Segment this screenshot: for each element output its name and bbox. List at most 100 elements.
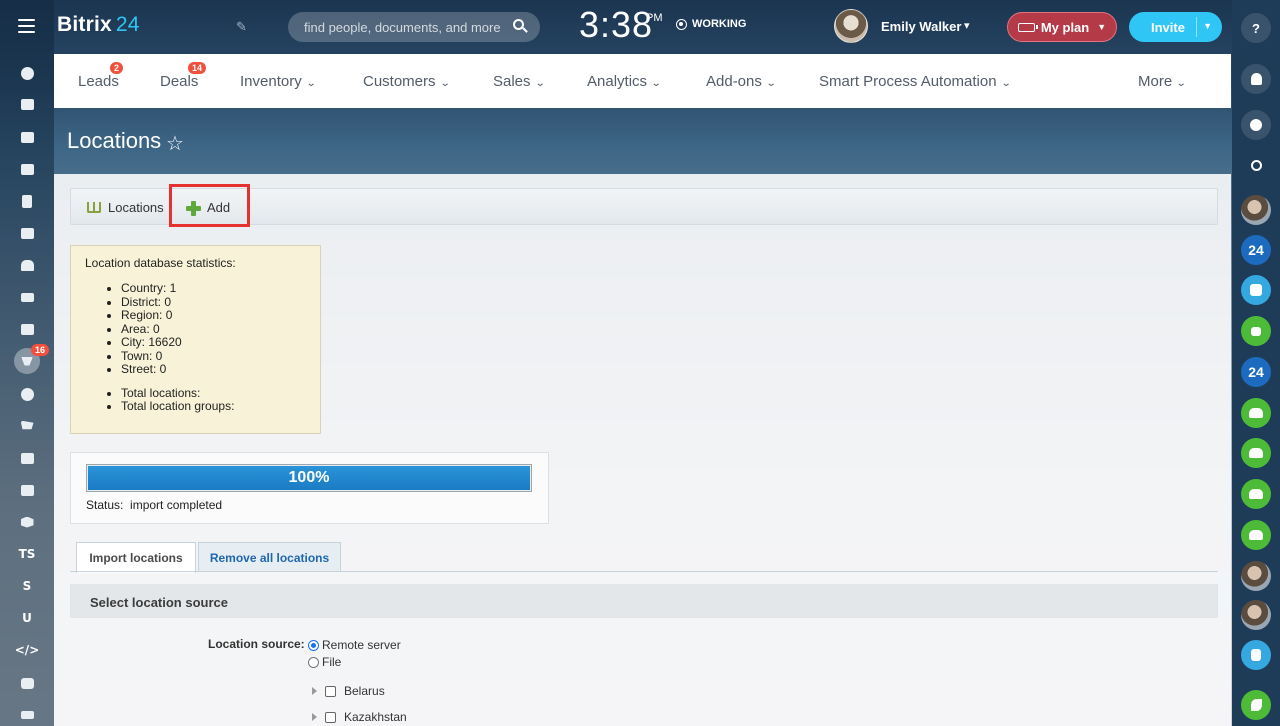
menu-item-leads[interactable]: Leads 2 — [78, 62, 124, 90]
menu-item-customers[interactable]: Customers ⌄ — [363, 73, 450, 90]
left-nav-s-item[interactable]: S — [14, 573, 40, 599]
country-checkbox[interactable] — [325, 685, 336, 697]
tab-import-locations[interactable]: Import locations — [76, 542, 196, 573]
clock-ampm: PM — [646, 12, 663, 24]
stats-item: City: 16620 — [121, 335, 306, 350]
contact-avatar-icon[interactable] — [1241, 561, 1271, 591]
import-progress-box: 100% Status: import completed — [70, 452, 549, 524]
left-nav-robot-icon[interactable] — [14, 670, 40, 696]
radio-remote-server[interactable]: Remote server — [308, 638, 401, 652]
left-nav-developer-icon[interactable]: </> — [14, 637, 40, 663]
clock-time[interactable]: 3:38 — [579, 4, 653, 46]
stats-item: District: 0 — [121, 295, 306, 310]
radio-file[interactable]: File — [308, 655, 341, 669]
chevron-down-icon: ⌄ — [1175, 78, 1187, 89]
progress-percent: 100% — [288, 469, 330, 486]
menu-item-smart-process-automation[interactable]: Smart Process Automation ⌄ — [819, 73, 1012, 90]
page-title: Locations — [67, 128, 162, 153]
right-sidebar: ? 24 24 — [1232, 0, 1280, 726]
left-nav-drive-icon[interactable] — [14, 220, 40, 246]
left-nav-crm-icon[interactable]: 16 — [14, 344, 50, 374]
work-status-button[interactable]: WORKING — [676, 18, 746, 30]
bitrix24-support-icon[interactable]: 24 — [1241, 357, 1271, 387]
right-search-icon[interactable] — [1241, 150, 1271, 180]
stats-total-item: Total location groups: — [121, 399, 306, 414]
import-status: Status: import completed — [86, 498, 223, 512]
stats-item: Country: 1 — [121, 281, 306, 296]
left-nav-feed-icon[interactable] — [14, 60, 40, 86]
user-avatar[interactable] — [834, 9, 868, 43]
tab-remove-all-locations[interactable]: Remove all locations — [198, 542, 341, 572]
user-menu-caret-icon[interactable]: ▾ — [964, 19, 970, 32]
contact-avatar-icon[interactable] — [1241, 600, 1271, 630]
menu-item-deals[interactable]: Deals 14 — [160, 62, 207, 90]
radio-button[interactable] — [308, 639, 319, 651]
open-channel-icon[interactable] — [1241, 640, 1271, 670]
stats-totals-list: Total locations: Total location groups: — [121, 386, 306, 414]
chat-avatar-icon[interactable] — [1241, 195, 1271, 225]
left-nav-marketing-icon[interactable] — [14, 381, 40, 407]
edit-pencil-icon[interactable]: ✎ — [236, 19, 250, 34]
left-nav-shop-icon[interactable] — [14, 413, 40, 439]
left-nav-more-icon[interactable] — [14, 702, 40, 726]
menu-item-inventory[interactable]: Inventory ⌄ — [240, 73, 316, 90]
left-nav-u-item[interactable]: U — [14, 605, 40, 631]
favorite-star-icon[interactable]: ☆ — [166, 131, 184, 156]
group-chat-icon[interactable] — [1241, 479, 1271, 509]
menu-item-more[interactable]: More ⌄ — [1138, 73, 1187, 90]
country-row-kazakhstan: Kazakhstan — [312, 710, 407, 724]
left-nav-calendar-icon[interactable] — [14, 156, 40, 182]
user-name[interactable]: Emily Walker — [881, 19, 961, 34]
left-nav-workgroups-icon[interactable] — [14, 316, 40, 342]
left-nav-inventory-icon[interactable] — [14, 509, 40, 535]
left-nav-employees-icon[interactable] — [14, 252, 40, 278]
chevron-down-icon: ⌄ — [765, 78, 777, 89]
left-nav-sites-icon[interactable] — [14, 477, 40, 503]
my-plan-button[interactable]: My plan ▼ — [1007, 12, 1117, 42]
notifications-bell-icon[interactable] — [1241, 64, 1271, 94]
menu-item-add-ons[interactable]: Add-ons ⌄ — [706, 73, 777, 90]
stats-item: Street: 0 — [121, 362, 306, 377]
invite-button[interactable]: Invite ▼ — [1129, 12, 1222, 42]
chevron-down-icon[interactable]: ▼ — [1203, 21, 1212, 31]
left-nav-tasks-icon[interactable] — [14, 91, 40, 117]
work-status-icon — [676, 18, 687, 30]
messenger-icon[interactable] — [1241, 110, 1271, 140]
left-nav-documents-icon[interactable] — [14, 188, 40, 214]
help-icon[interactable]: ? — [1241, 13, 1271, 43]
group-chat-icon[interactable] — [1241, 398, 1271, 428]
stats-list: Country: 1 District: 0 Region: 0 Area: 0… — [121, 281, 306, 377]
left-sidebar: 16 TS S U </> — [0, 0, 54, 726]
search-input[interactable] — [288, 12, 540, 42]
country-checkbox[interactable] — [325, 711, 336, 723]
left-nav-contact-center-icon[interactable] — [14, 445, 40, 471]
group-chat-icon[interactable] — [1241, 520, 1271, 550]
phone-call-icon[interactable] — [1241, 690, 1271, 720]
left-nav-ts-item[interactable]: TS — [14, 541, 40, 567]
locations-button[interactable]: Locations — [87, 200, 164, 215]
bitrix24-chat-icon[interactable]: 24 — [1241, 235, 1271, 265]
left-nav-chat-icon[interactable] — [14, 124, 40, 150]
crm-badge: 16 — [31, 344, 50, 356]
battery-icon — [1017, 22, 1038, 32]
lock-icon[interactable] — [1241, 316, 1271, 346]
section-header: Select location source — [70, 584, 1218, 618]
expand-arrow-icon[interactable] — [312, 713, 317, 721]
search-icon[interactable] — [513, 19, 524, 30]
country-row-belarus: Belarus — [312, 684, 385, 698]
app-logo[interactable]: Bitrix 24 — [57, 13, 140, 37]
menu-hamburger-icon[interactable] — [18, 19, 35, 33]
chevron-down-icon: ▼ — [1097, 22, 1107, 32]
menu-item-analytics[interactable]: Analytics ⌄ — [587, 73, 662, 90]
expand-arrow-icon[interactable] — [312, 687, 317, 695]
group-chat-icon[interactable] — [1241, 438, 1271, 468]
radio-button[interactable] — [308, 656, 319, 668]
menu-item-sales[interactable]: Sales ⌄ — [493, 73, 545, 90]
chevron-down-icon: ⌄ — [1000, 78, 1012, 89]
calendar-icon[interactable] — [1241, 275, 1271, 305]
location-source-label: Location source: — [208, 637, 305, 651]
leads-badge: 2 — [110, 62, 124, 74]
deals-badge: 14 — [188, 62, 207, 74]
chevron-down-icon: ⌄ — [650, 78, 662, 89]
left-nav-mail-icon[interactable] — [14, 284, 40, 310]
